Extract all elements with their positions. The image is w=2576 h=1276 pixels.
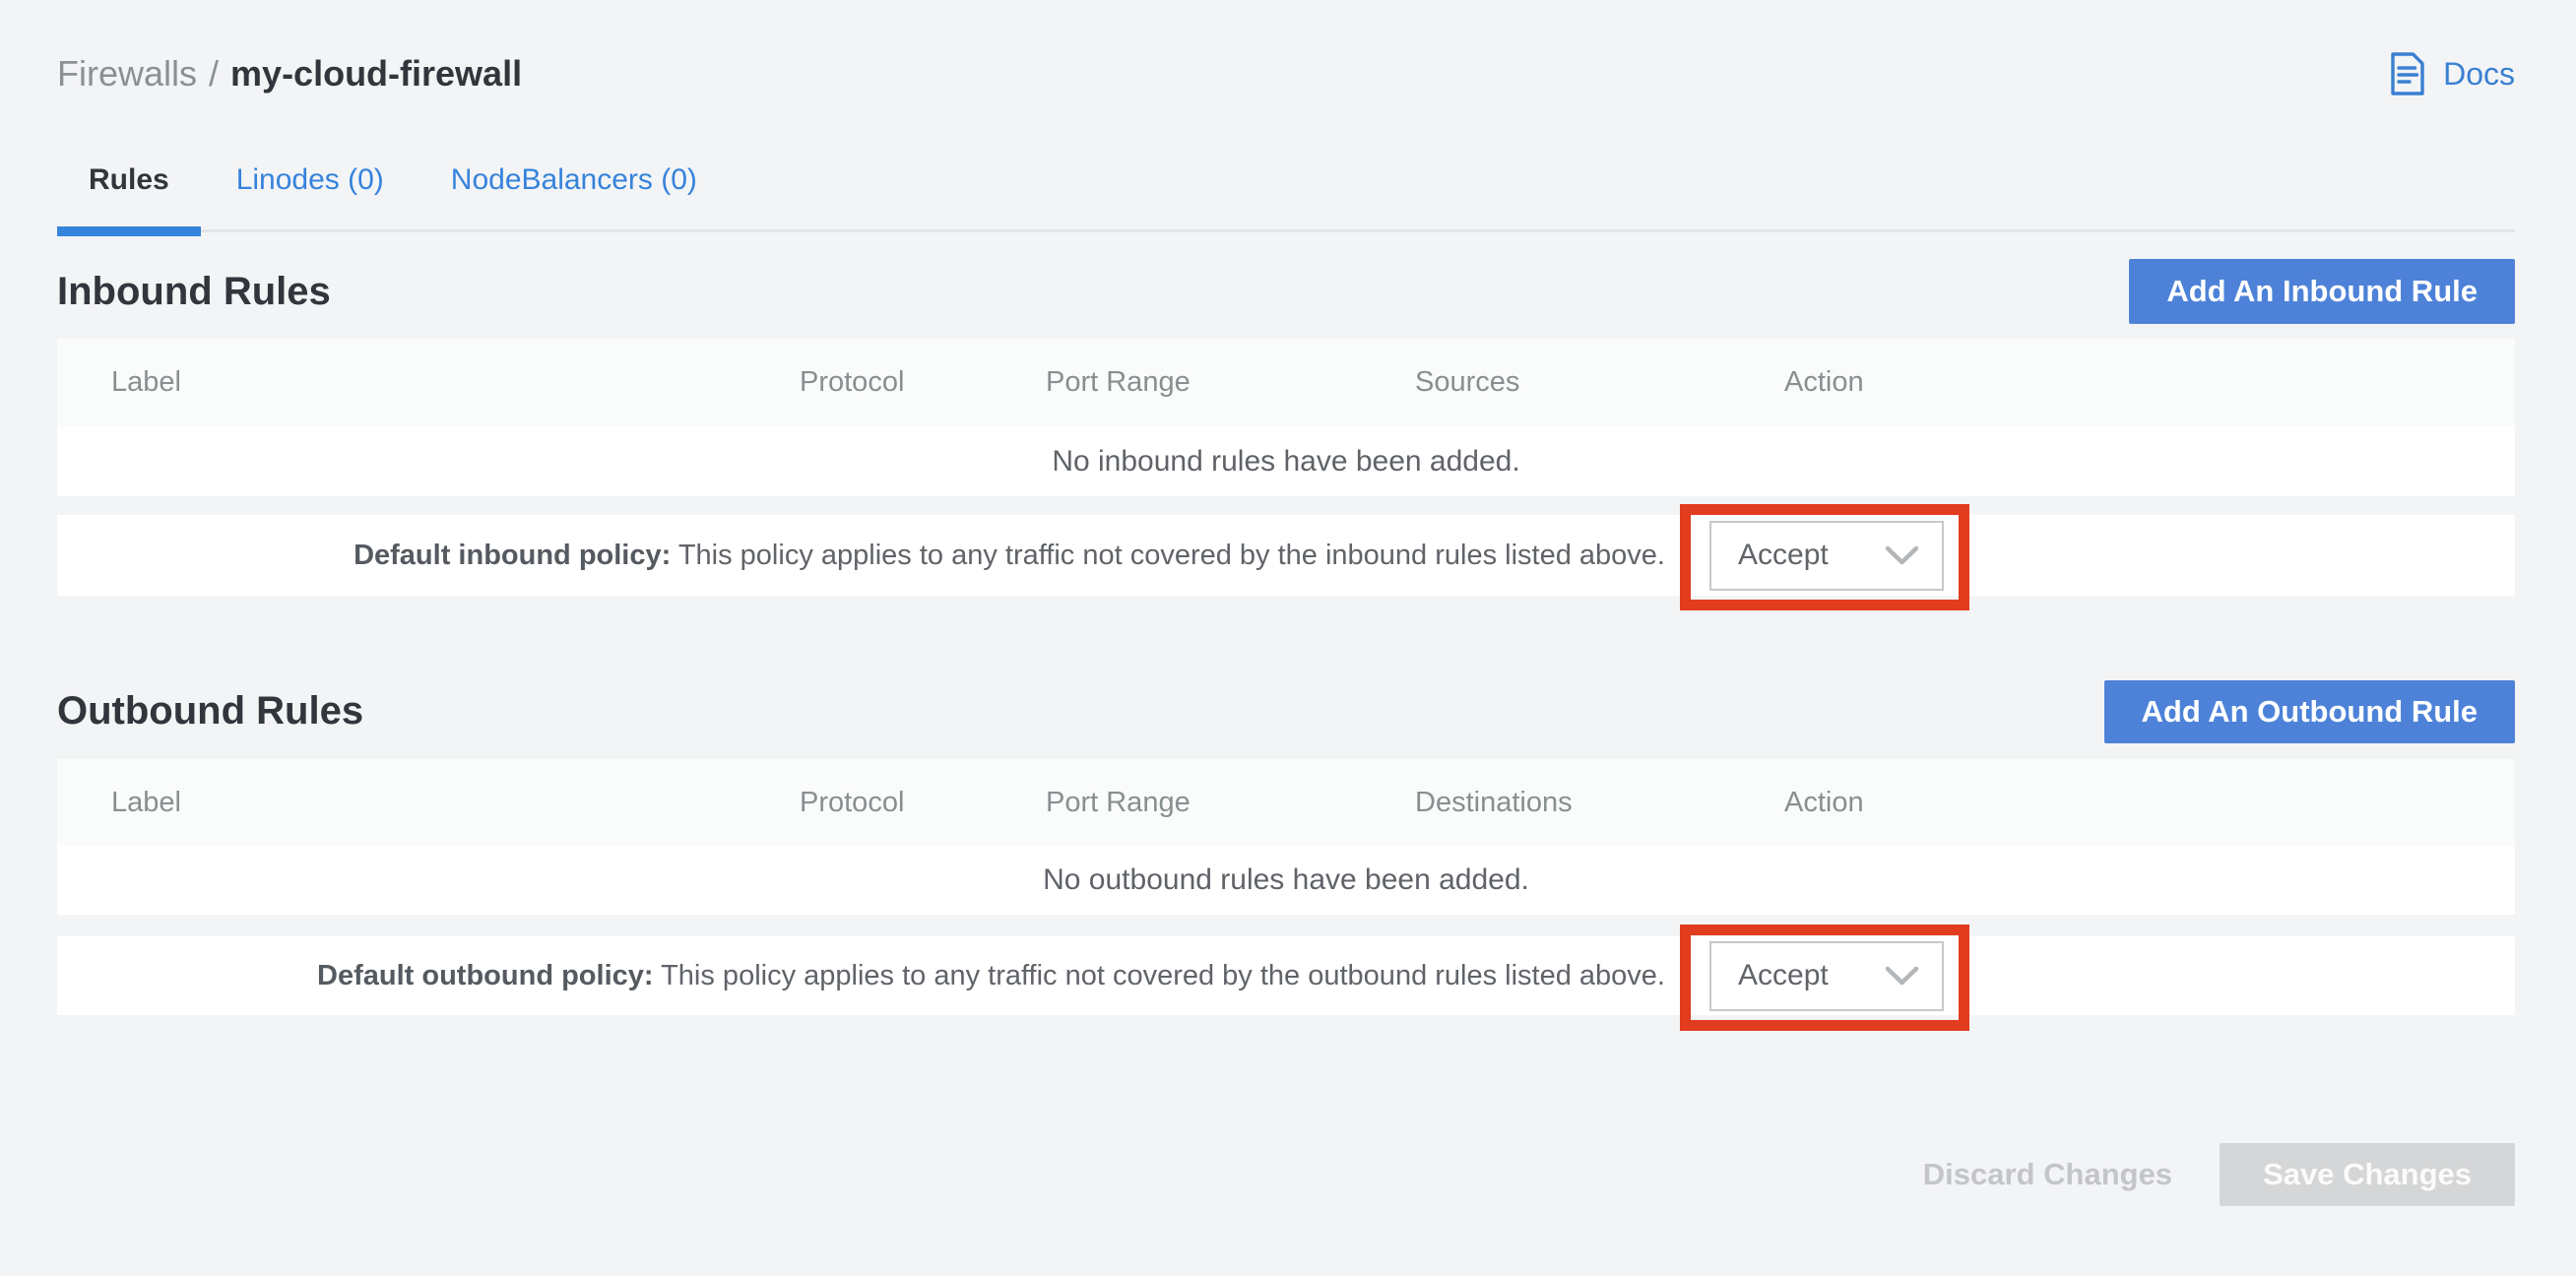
save-changes-button[interactable]: Save Changes bbox=[2220, 1143, 2515, 1206]
add-outbound-rule-button[interactable]: Add An Outbound Rule bbox=[2104, 680, 2516, 743]
outbound-column-port-range: Port Range bbox=[1046, 787, 1415, 819]
outbound-policy-selected-value: Accept bbox=[1738, 959, 1829, 992]
docs-link[interactable]: Docs bbox=[2388, 51, 2515, 96]
inbound-policy-label: Default inbound policy: bbox=[354, 540, 671, 571]
outbound-column-destinations: Destinations bbox=[1415, 787, 1784, 819]
inbound-table-header: Label Protocol Port Range Sources Action bbox=[57, 339, 2515, 426]
outbound-rules-table: Label Protocol Port Range Destinations A… bbox=[57, 759, 2515, 1015]
top-bar: Firewalls / my-cloud-firewall Docs bbox=[57, 51, 2515, 96]
inbound-section-title: Inbound Rules bbox=[57, 270, 331, 314]
outbound-policy-row: Default outbound policy: This policy app… bbox=[57, 936, 2515, 1015]
row-gap bbox=[57, 496, 2515, 515]
outbound-policy-select-wrap: Accept bbox=[1709, 941, 1944, 1011]
inbound-rules-table: Label Protocol Port Range Sources Action… bbox=[57, 339, 2515, 596]
discard-changes-button[interactable]: Discard Changes bbox=[1900, 1157, 2196, 1192]
outbound-section-header: Outbound Rules Add An Outbound Rule bbox=[57, 679, 2515, 743]
breadcrumb-firewalls-link[interactable]: Firewalls bbox=[57, 53, 197, 95]
row-gap bbox=[57, 915, 2515, 936]
outbound-policy-label: Default outbound policy: bbox=[317, 960, 654, 991]
breadcrumb-separator: / bbox=[209, 53, 219, 95]
inbound-policy-text: Default inbound policy: This policy appl… bbox=[354, 540, 1665, 572]
tab-bar: Rules Linodes (0) NodeBalancers (0) bbox=[57, 96, 2515, 232]
inbound-policy-selected-value: Accept bbox=[1738, 539, 1829, 572]
docs-link-label: Docs bbox=[2443, 56, 2515, 93]
outbound-empty-message: No outbound rules have been added. bbox=[1043, 863, 1529, 897]
outbound-column-protocol: Protocol bbox=[800, 787, 1046, 819]
add-inbound-rule-button[interactable]: Add An Inbound Rule bbox=[2129, 259, 2515, 324]
inbound-empty-message: No inbound rules have been added. bbox=[1052, 445, 1519, 478]
breadcrumb-current-firewall: my-cloud-firewall bbox=[230, 53, 522, 95]
tab-nodebalancers[interactable]: NodeBalancers (0) bbox=[419, 161, 729, 229]
inbound-column-label: Label bbox=[57, 366, 800, 399]
outbound-empty-row: No outbound rules have been added. bbox=[57, 846, 2515, 915]
inbound-column-port-range: Port Range bbox=[1046, 366, 1415, 399]
inbound-policy-select[interactable]: Accept bbox=[1709, 521, 1944, 591]
firewall-rules-page: Firewalls / my-cloud-firewall Docs Rules… bbox=[0, 0, 2576, 1276]
inbound-empty-row: No inbound rules have been added. bbox=[57, 426, 2515, 496]
tab-linodes[interactable]: Linodes (0) bbox=[205, 161, 416, 229]
inbound-column-sources: Sources bbox=[1415, 366, 1784, 399]
outbound-policy-description: This policy applies to any traffic not c… bbox=[661, 960, 1665, 991]
chevron-down-icon bbox=[1884, 965, 1920, 988]
chevron-down-icon bbox=[1884, 544, 1920, 567]
inbound-column-protocol: Protocol bbox=[800, 366, 1046, 399]
outbound-policy-select[interactable]: Accept bbox=[1709, 941, 1944, 1011]
outbound-table-header: Label Protocol Port Range Destinations A… bbox=[57, 759, 2515, 846]
inbound-section-header: Inbound Rules Add An Inbound Rule bbox=[57, 259, 2515, 324]
inbound-column-action: Action bbox=[1784, 366, 2515, 399]
outbound-policy-text: Default outbound policy: This policy app… bbox=[317, 960, 1665, 992]
outbound-section-title: Outbound Rules bbox=[57, 689, 363, 734]
inbound-policy-description: This policy applies to any traffic not c… bbox=[678, 540, 1665, 571]
outbound-column-label: Label bbox=[57, 787, 800, 819]
breadcrumb: Firewalls / my-cloud-firewall bbox=[57, 53, 522, 95]
inbound-policy-row: Default inbound policy: This policy appl… bbox=[57, 515, 2515, 596]
document-icon bbox=[2388, 51, 2427, 96]
inbound-policy-select-wrap: Accept bbox=[1709, 521, 1944, 591]
form-actions: Discard Changes Save Changes bbox=[57, 1143, 2515, 1206]
tab-rules[interactable]: Rules bbox=[57, 161, 201, 229]
outbound-column-action: Action bbox=[1784, 787, 2515, 819]
